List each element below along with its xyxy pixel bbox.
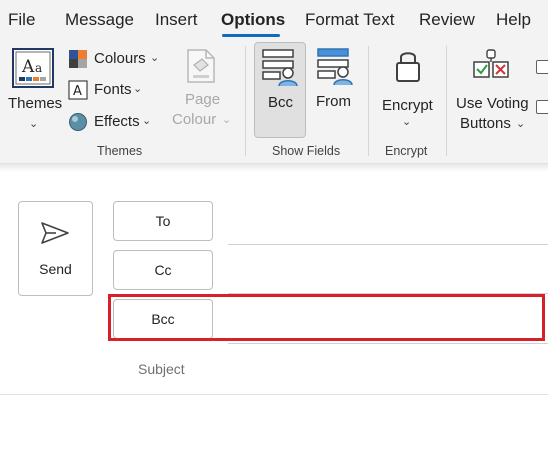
cc-button[interactable]: Cc — [113, 250, 213, 290]
send-button[interactable]: Send — [18, 201, 93, 296]
from-field-icon — [317, 48, 353, 86]
colours-label: Colours — [94, 50, 146, 67]
fonts-label: Fonts — [94, 81, 132, 98]
to-input[interactable] — [228, 244, 548, 245]
encrypt-group-label: Encrypt — [385, 144, 428, 158]
send-icon — [41, 222, 69, 244]
colours-button[interactable]: Colours ⌄ — [68, 48, 162, 70]
page-colour-icon — [187, 49, 215, 83]
menu-file[interactable]: File — [8, 10, 35, 30]
page-label: Page — [185, 91, 221, 108]
chevron-down-icon: ⌄ — [29, 118, 39, 130]
menu-help[interactable]: Help — [496, 10, 531, 30]
themes-group-label: Themes — [97, 144, 143, 158]
encrypt-button-label: Encrypt — [382, 97, 433, 114]
from-toggle-button[interactable]: From — [312, 42, 358, 138]
voting-label-line1: Use Voting — [456, 95, 529, 112]
use-voting-buttons-button[interactable]: Use Voting Buttons ⌄ — [452, 42, 530, 136]
ribbon: A a Themes ⌄ Colours ⌄ A Fonts ⌄ Effects… — [0, 38, 548, 164]
chevron-down-icon: ⌄ — [142, 115, 152, 127]
subject-label[interactable]: Subject — [138, 361, 185, 377]
menu-bar: File Message Insert Options Format Text … — [0, 0, 548, 38]
active-tab-indicator — [222, 34, 280, 37]
themes-icon: A a — [12, 48, 54, 88]
group-separator — [368, 46, 369, 156]
bcc-highlight-box — [108, 294, 545, 341]
themes-label: Themes — [8, 95, 63, 112]
menu-format-text[interactable]: Format Text — [305, 10, 394, 30]
chevron-down-icon: ⌄ — [516, 118, 526, 130]
group-separator — [446, 46, 447, 156]
menu-message[interactable]: Message — [65, 10, 134, 30]
fonts-icon: A — [68, 80, 88, 100]
ribbon-shadow — [0, 164, 548, 172]
subject-input[interactable] — [0, 394, 548, 395]
menu-options[interactable]: Options — [221, 10, 285, 30]
effects-label: Effects — [94, 113, 140, 130]
bcc-field-icon — [262, 49, 298, 87]
bcc-input[interactable] — [228, 343, 548, 344]
send-label: Send — [39, 261, 72, 277]
svg-text:A: A — [21, 57, 35, 77]
effects-icon — [69, 113, 87, 131]
group-separator — [245, 46, 246, 156]
svg-text:a: a — [35, 61, 42, 75]
fonts-button[interactable]: A Fonts ⌄ — [68, 79, 148, 101]
encrypt-button[interactable]: Encrypt ⌄ — [378, 42, 438, 136]
from-button-label: From — [316, 93, 351, 110]
themes-button[interactable]: A a Themes ⌄ — [5, 42, 63, 134]
chevron-down-icon: ⌄ — [222, 114, 232, 126]
menu-review[interactable]: Review — [419, 10, 475, 30]
effects-button[interactable]: Effects ⌄ — [68, 111, 156, 133]
page-colour-button[interactable]: Page Colour ⌄ — [170, 42, 234, 134]
lock-icon — [396, 52, 420, 82]
menu-insert[interactable]: Insert — [155, 10, 198, 30]
chevron-down-icon: ⌄ — [150, 52, 160, 64]
chevron-down-icon: ⌄ — [133, 83, 143, 95]
bcc-button-label: Bcc — [268, 94, 294, 111]
svg-text:A: A — [73, 84, 82, 99]
ribbon-checkbox[interactable] — [536, 100, 548, 114]
voting-buttons-icon — [473, 49, 509, 78]
chevron-down-icon: ⌄ — [402, 116, 412, 128]
show-fields-group-label: Show Fields — [272, 144, 341, 158]
ribbon-checkbox[interactable] — [536, 60, 548, 74]
voting-label-line2: Buttons — [460, 115, 511, 132]
colour-label: Colour — [172, 111, 217, 128]
colours-icon — [69, 50, 87, 68]
to-button[interactable]: To — [113, 201, 213, 241]
bcc-toggle-button[interactable]: Bcc — [254, 42, 306, 138]
